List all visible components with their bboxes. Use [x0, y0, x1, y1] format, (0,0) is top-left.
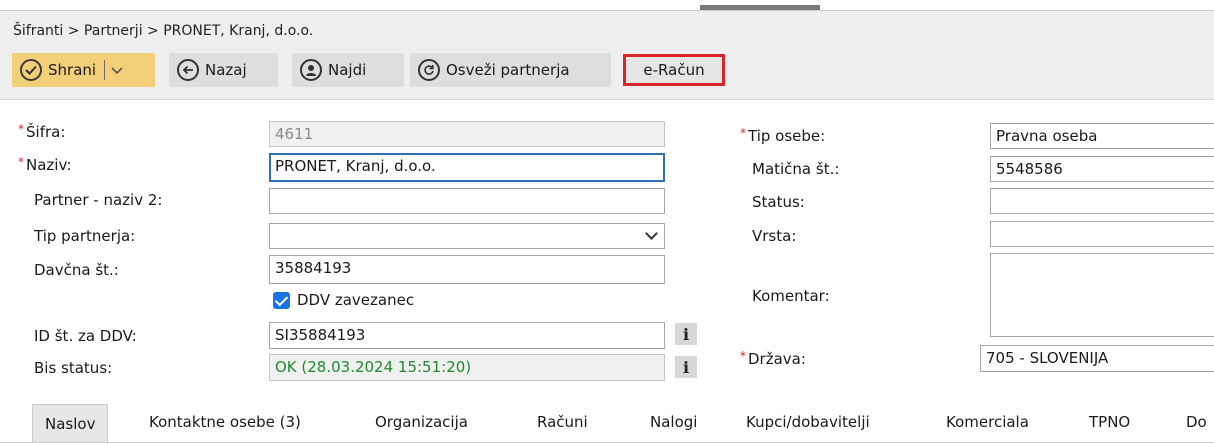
sifra-field[interactable]: 4611	[269, 121, 665, 147]
partner-naziv2-field[interactable]	[269, 188, 665, 214]
refresh-label: Osveži partnerja	[446, 61, 570, 79]
ddv-checkbox[interactable]	[273, 292, 290, 309]
tab-do[interactable]: Do	[1186, 402, 1207, 442]
naziv-field[interactable]: PRONET, Kranj, d.o.o.	[269, 153, 665, 182]
user-icon	[300, 59, 322, 81]
maticna-label: Matična št.:	[752, 160, 840, 178]
check-circle-icon	[20, 59, 42, 81]
tab-bar: Naslov Kontaktne osebe (3) Organizacija …	[0, 396, 1214, 443]
komentar-textarea[interactable]	[990, 253, 1214, 337]
breadcrumb: Šifranti > Partnerji > PRONET, Kranj, d.…	[13, 23, 314, 39]
tip-partnerja-label: Tip partnerja:	[34, 227, 136, 245]
back-label: Nazaj	[205, 61, 247, 79]
tab-kupci-dobavitelji[interactable]: Kupci/dobavitelji	[746, 402, 870, 442]
refresh-icon	[418, 59, 440, 81]
find-label: Najdi	[328, 61, 367, 79]
bis-status-label: Bis status:	[34, 359, 113, 377]
vrsta-label: Vrsta:	[752, 227, 797, 245]
save-button[interactable]: Shrani	[12, 53, 155, 87]
sifra-label: * Šifra:	[18, 122, 66, 141]
tab-naslov[interactable]: Naslov	[32, 404, 109, 443]
e-racun-button[interactable]: e-Račun	[623, 54, 725, 86]
maticna-field[interactable]: 5548586	[990, 156, 1214, 182]
back-button[interactable]: Nazaj	[169, 53, 278, 87]
tab-racuni[interactable]: Računi	[537, 402, 588, 442]
chevron-down-icon	[645, 227, 658, 240]
find-button[interactable]: Najdi	[292, 53, 404, 87]
tab-nalogi[interactable]: Nalogi	[650, 402, 697, 442]
chevron-down-icon[interactable]	[111, 61, 123, 79]
status-label: Status:	[752, 193, 805, 211]
top-strip	[0, 0, 1214, 11]
partner-naziv2-label: Partner - naziv 2:	[34, 191, 163, 209]
tab-kontaktne-osebe[interactable]: Kontaktne osebe (3)	[149, 402, 301, 442]
vrsta-field[interactable]	[990, 221, 1214, 247]
bis-status-field: OK (28.03.2024 15:51:20)	[269, 354, 665, 381]
save-divider	[104, 60, 106, 80]
tab-tpno[interactable]: TPNO	[1089, 402, 1130, 442]
tab-komerciala[interactable]: Komerciala	[946, 402, 1029, 442]
tab-organizacija[interactable]: Organizacija	[375, 402, 468, 442]
top-strip-accent	[700, 5, 820, 10]
save-label: Shrani	[48, 61, 97, 79]
davcna-label: Davčna št.:	[34, 261, 119, 279]
arrow-left-icon	[177, 59, 199, 81]
ddv-label: DDV zavezanec	[297, 291, 415, 309]
tip-osebe-field[interactable]: Pravna oseba	[990, 123, 1214, 149]
tip-partnerja-select[interactable]	[269, 223, 665, 249]
komentar-label: Komentar:	[752, 287, 830, 305]
status-field[interactable]	[990, 188, 1214, 214]
drzava-field[interactable]: 705 - SLOVENIJA	[980, 345, 1214, 372]
id-ddv-label: ID št. za DDV:	[34, 327, 137, 345]
davcna-field[interactable]: 35884193	[269, 255, 665, 284]
info-icon[interactable]: i	[675, 323, 697, 345]
header: Šifranti > Partnerji > PRONET, Kranj, d.…	[0, 11, 1214, 100]
info-icon[interactable]: i	[675, 356, 697, 378]
tip-osebe-label: * Tip osebe:	[740, 126, 826, 145]
naziv-label: * Naziv:	[18, 155, 72, 174]
id-ddv-field[interactable]: SI35884193	[269, 322, 665, 349]
refresh-partner-button[interactable]: Osveži partnerja	[410, 53, 611, 87]
drzava-label: * Država:	[740, 349, 806, 368]
